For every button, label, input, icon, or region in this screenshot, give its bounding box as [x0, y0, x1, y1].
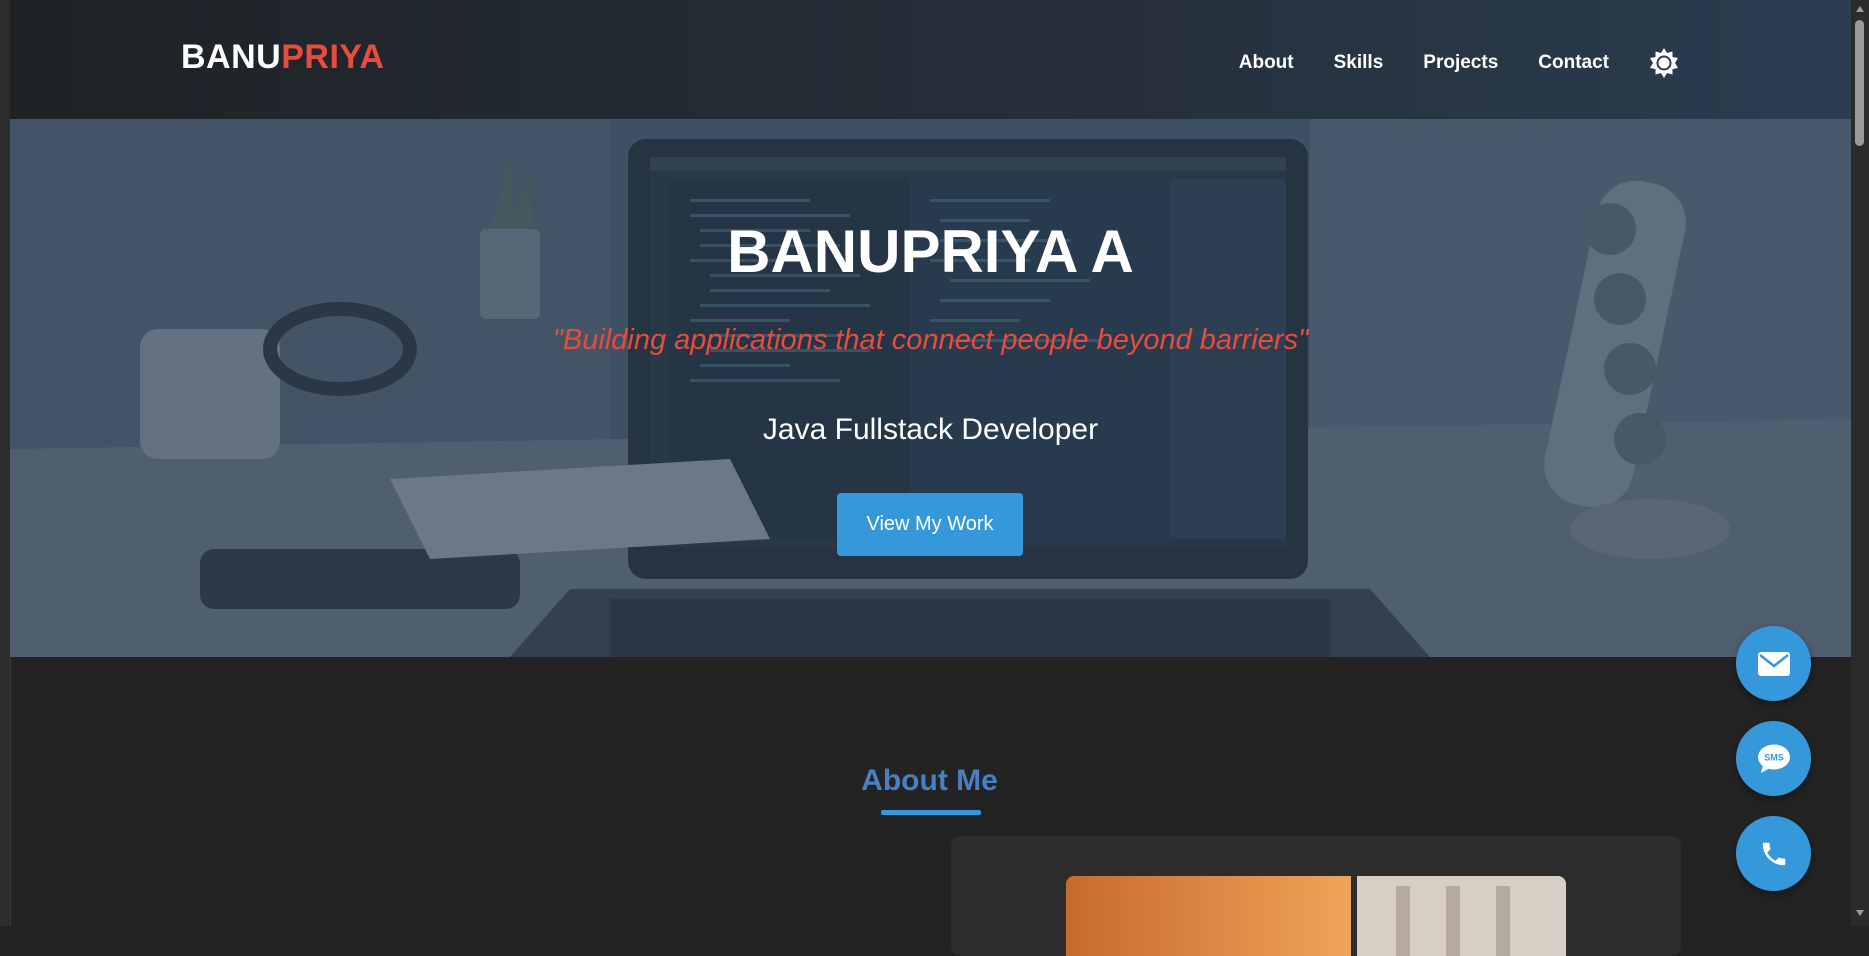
- hero-content: BANUPRIYA A "Building applications that …: [10, 119, 1851, 657]
- phone-fab-button[interactable]: [1736, 816, 1811, 891]
- profile-photo: [1066, 876, 1566, 956]
- nav-link-projects[interactable]: Projects: [1423, 52, 1498, 74]
- sms-fab-button[interactable]: SMS: [1736, 721, 1811, 796]
- scroll-down-arrow-icon[interactable]: [1856, 910, 1864, 916]
- hero-section: BANUPRIYA A "Building applications that …: [10, 119, 1851, 657]
- phone-icon: [1762, 842, 1785, 865]
- mail-icon: [1757, 651, 1790, 676]
- sms-icon-label: SMS: [1764, 752, 1784, 762]
- nav-menu: About Skills Projects Contact: [1199, 46, 1681, 80]
- sun-icon: [1650, 48, 1678, 78]
- sms-icon: SMS: [1757, 744, 1790, 773]
- about-heading-underline: [881, 810, 981, 815]
- email-fab-button[interactable]: [1736, 626, 1811, 701]
- scrollbar-thumb[interactable]: [1855, 20, 1864, 146]
- nav-link-skills[interactable]: Skills: [1334, 52, 1384, 74]
- brand-second: PRIYA: [281, 38, 385, 76]
- scroll-up-arrow-icon[interactable]: [1856, 6, 1864, 12]
- hero-title: BANUPRIYA A: [727, 218, 1134, 285]
- theme-toggle-button[interactable]: [1647, 46, 1681, 80]
- hero-quote: "Building applications that connect peop…: [552, 324, 1309, 356]
- about-card: [951, 836, 1681, 956]
- hero-role: Java Fullstack Developer: [762, 413, 1099, 446]
- brand-logo[interactable]: BANUPRIYA: [181, 38, 385, 77]
- view-my-work-button[interactable]: View My Work: [837, 493, 1023, 556]
- about-heading: About Me: [861, 764, 998, 797]
- navbar: BANUPRIYA About Skills Projects Contact: [10, 0, 1851, 119]
- brand-first: BANU: [181, 38, 282, 76]
- nav-link-about[interactable]: About: [1239, 52, 1294, 74]
- vertical-scrollbar[interactable]: [1851, 0, 1869, 926]
- nav-link-contact[interactable]: Contact: [1538, 52, 1609, 74]
